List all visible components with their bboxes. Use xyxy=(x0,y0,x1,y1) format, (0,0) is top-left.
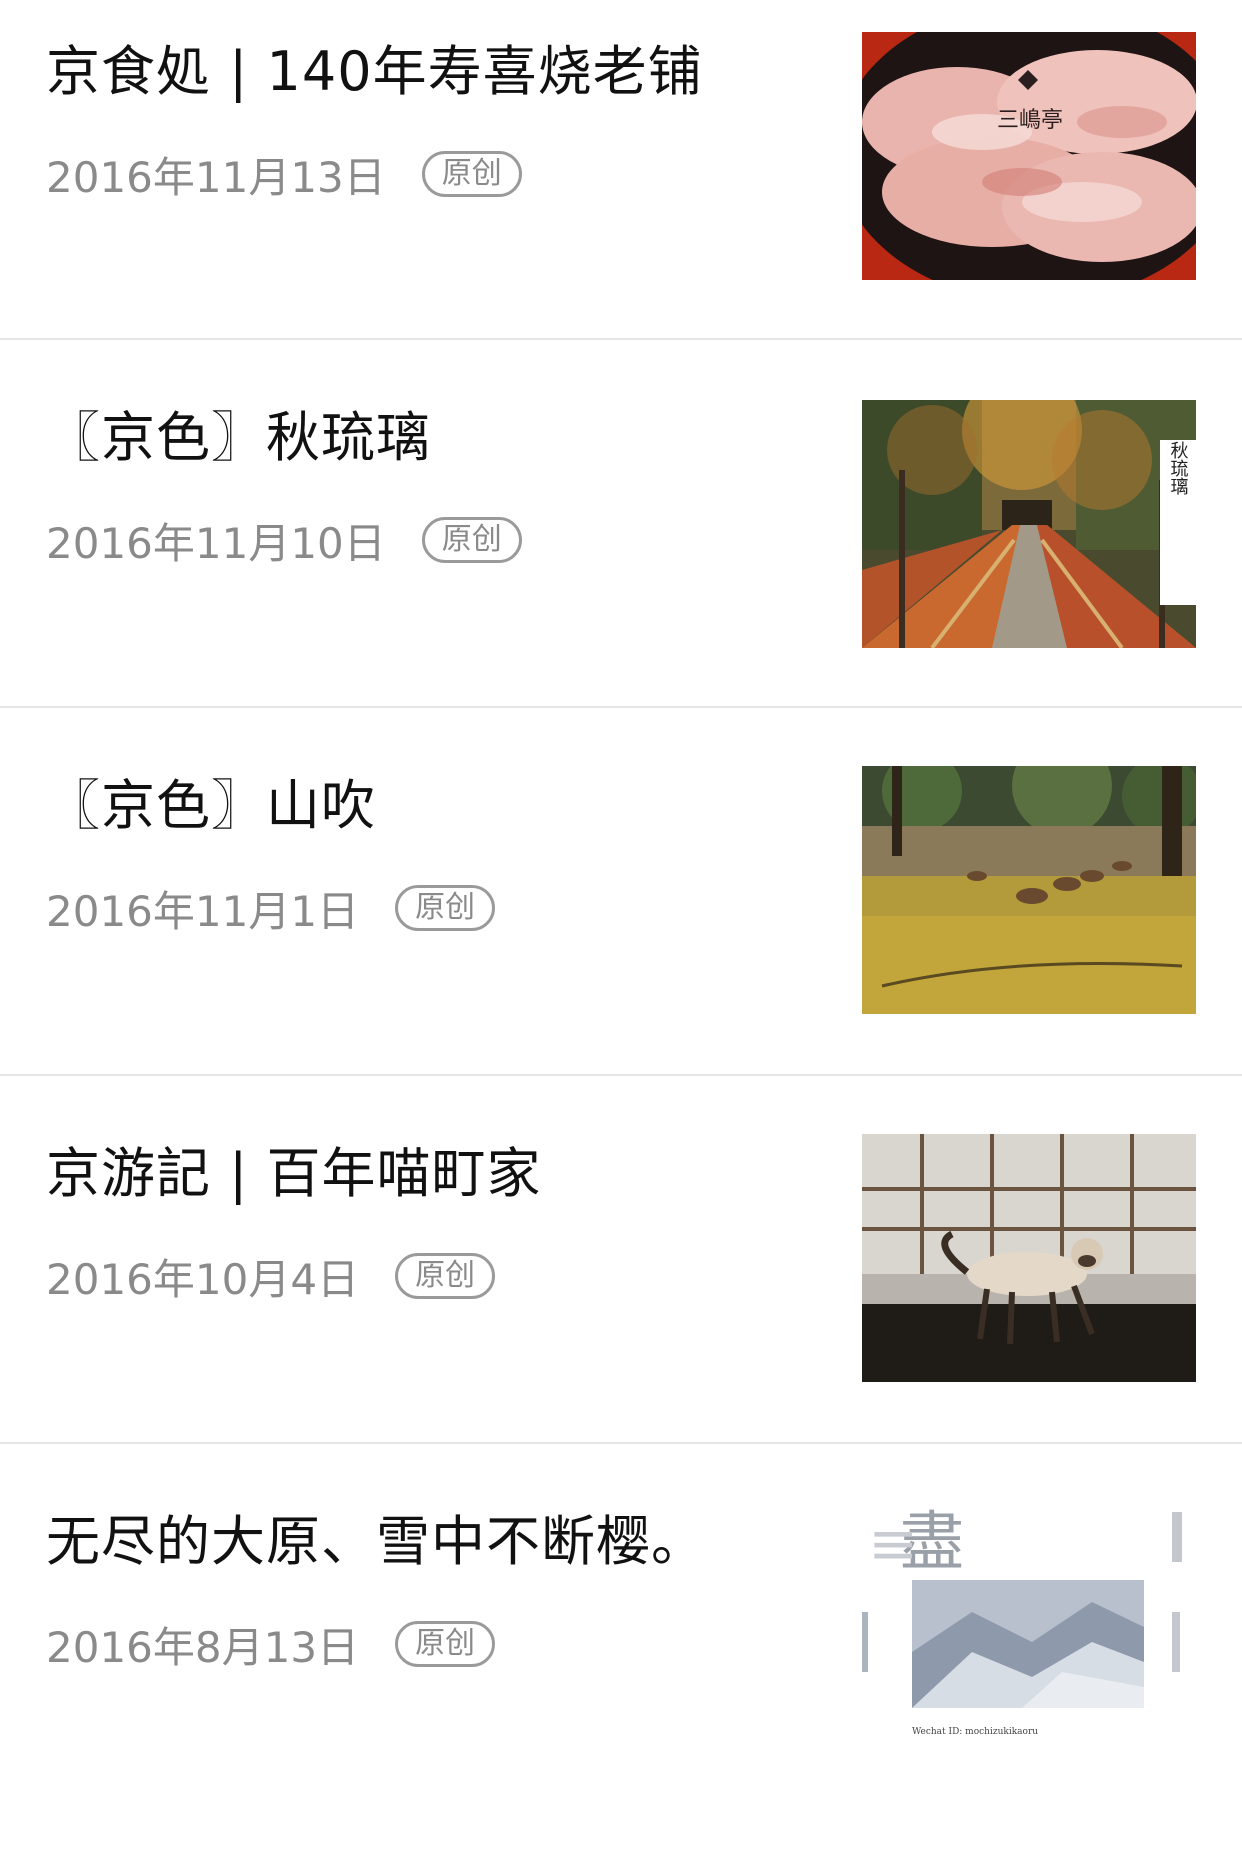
article-meta: 2016年11月13日 原创 xyxy=(46,144,522,204)
article-item[interactable]: 无尽的大原、雪中不断樱。 2016年8月13日 原创 盡 ≡ Wechat ID… xyxy=(0,1444,1242,1874)
article-title[interactable]: 京游記 | 百年喵町家 xyxy=(46,1138,806,1210)
article-date: 2016年11月1日 xyxy=(46,886,360,936)
article-list: 京食処 | 140年寿喜烧老铺 2016年11月13日 原创 三嶋亭 〖京色〗秋… xyxy=(0,0,1242,1874)
article-meta: 2016年10月4日 原创 xyxy=(46,1246,496,1306)
deer-in-forest-image xyxy=(862,766,1196,1014)
article-thumbnail-cat[interactable] xyxy=(862,1134,1196,1382)
article-thumbnail-wagyu[interactable]: 三嶋亭 xyxy=(862,32,1196,280)
article-title[interactable]: 无尽的大原、雪中不断樱。 xyxy=(46,1506,806,1578)
article-meta: 2016年11月1日 原创 xyxy=(46,878,496,938)
svg-text:≡: ≡ xyxy=(868,1509,918,1579)
article-thumbnail-deer[interactable] xyxy=(862,766,1196,1014)
siamese-cat-image xyxy=(862,1134,1196,1382)
article-date: 2016年10月4日 xyxy=(46,1254,360,1304)
image-overlay-text: 秋琉璃 xyxy=(1168,441,1189,496)
article-item[interactable]: 〖京色〗山吹 2016年11月1日 原创 xyxy=(0,708,1242,1076)
article-date: 2016年11月13日 xyxy=(46,152,386,202)
article-thumbnail-autumn[interactable]: 秋琉璃 xyxy=(862,400,1196,648)
article-title[interactable]: 〖京色〗秋琉璃 xyxy=(46,402,806,474)
article-item[interactable]: 京食処 | 140年寿喜烧老铺 2016年11月13日 原创 三嶋亭 xyxy=(0,0,1242,340)
article-thumbnail-snow[interactable]: 盡 ≡ Wechat ID: mochizukikaoru xyxy=(862,1502,1196,1764)
original-badge: 原创 xyxy=(395,1621,496,1667)
article-title[interactable]: 京食処 | 140年寿喜烧老铺 xyxy=(46,36,806,108)
article-date: 2016年11月10日 xyxy=(46,518,386,568)
original-badge: 原创 xyxy=(421,151,522,197)
autumn-temple-path-image: 秋琉璃 xyxy=(862,400,1196,648)
original-badge: 原创 xyxy=(421,517,522,563)
snowy-mountains-image: 盡 ≡ Wechat ID: mochizukikaoru xyxy=(862,1502,1196,1764)
image-caption: Wechat ID: mochizukikaoru xyxy=(912,1727,1038,1737)
article-title[interactable]: 〖京色〗山吹 xyxy=(46,770,806,842)
article-meta: 2016年11月10日 原创 xyxy=(46,510,522,570)
original-badge: 原创 xyxy=(395,885,496,931)
article-item[interactable]: 〖京色〗秋琉璃 2016年11月10日 原创 秋琉璃 xyxy=(0,340,1242,708)
article-date: 2016年8月13日 xyxy=(46,1622,360,1672)
article-meta: 2016年8月13日 原创 xyxy=(46,1614,496,1674)
article-item[interactable]: 京游記 | 百年喵町家 2016年10月4日 原创 xyxy=(0,1076,1242,1444)
wagyu-beef-image: 三嶋亭 xyxy=(862,32,1196,280)
image-overlay-text: 三嶋亭 xyxy=(997,108,1063,133)
original-badge: 原创 xyxy=(395,1253,496,1299)
